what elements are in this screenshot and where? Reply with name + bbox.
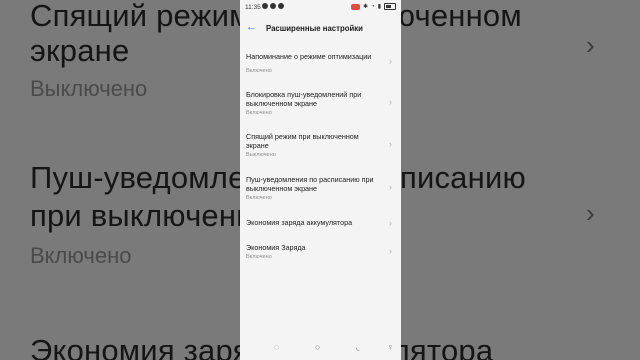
chevron-right-icon: ›: [389, 246, 392, 256]
record-icon: [351, 3, 361, 10]
setting-status: Включено: [246, 195, 272, 201]
chevron-right-icon: ›: [389, 56, 392, 66]
bg-chevron-1: ›: [586, 30, 595, 60]
recent-icon[interactable]: ◌: [274, 342, 279, 352]
setting-label: Напоминание о режиме оптимизации: [246, 52, 372, 61]
wifi-icon: ◔: [371, 3, 375, 10]
notification-icon: [270, 3, 276, 9]
arrow-left-icon[interactable]: ←: [246, 21, 257, 33]
setting-status: Включено: [246, 68, 272, 74]
chevron-right-icon: ›: [389, 182, 392, 192]
setting-label: Экономия заряда аккумулятора: [246, 218, 353, 227]
status-time: 11:35: [245, 4, 261, 11]
setting-label: Спящий режим при выключенном экране: [246, 132, 359, 150]
notification-icons: [262, 3, 284, 9]
setting-status: Включено: [246, 254, 272, 260]
bluetooth-icon: ✱: [363, 4, 369, 10]
signal-icon: ▮: [377, 4, 381, 10]
chevron-right-icon: ›: [389, 218, 392, 228]
bg-chevron-2: ›: [586, 198, 595, 228]
status-bar: 11:35 ✱ ◔ ▮: [240, 0, 401, 16]
bg-line-2: экране: [30, 33, 130, 68]
page-title: Расширенные настройки: [266, 24, 363, 33]
bg-line-6: Включено: [30, 243, 132, 268]
home-icon[interactable]: ○: [315, 342, 320, 352]
app-header: ← Расширенные настройки: [240, 20, 401, 38]
status-right: ✱ ◔ ▮: [351, 3, 396, 10]
system-nav-bar: ◌ ○ ◟ ♀: [240, 338, 401, 360]
notification-icon: [278, 3, 284, 9]
notification-icon: [262, 3, 268, 9]
setting-status: Выключено: [246, 152, 276, 158]
accessibility-icon[interactable]: ♀: [387, 342, 394, 352]
chevron-right-icon: ›: [389, 97, 392, 107]
bg-line-3: Выключено: [30, 76, 148, 101]
battery-icon: [384, 3, 396, 10]
setting-label: Блокировка пуш-уведомлений при выключенн…: [246, 90, 362, 108]
setting-label: Пуш-уведомления по расписанию при выключ…: [246, 175, 374, 193]
chevron-right-icon: ›: [389, 139, 392, 149]
setting-label: Экономия Заряда: [246, 243, 306, 252]
setting-status: Включено: [246, 110, 272, 116]
back-icon[interactable]: ◟: [356, 342, 360, 353]
phone-screen: 11:35 ✱ ◔ ▮ ← Расширенные настройки Напо…: [240, 0, 401, 360]
